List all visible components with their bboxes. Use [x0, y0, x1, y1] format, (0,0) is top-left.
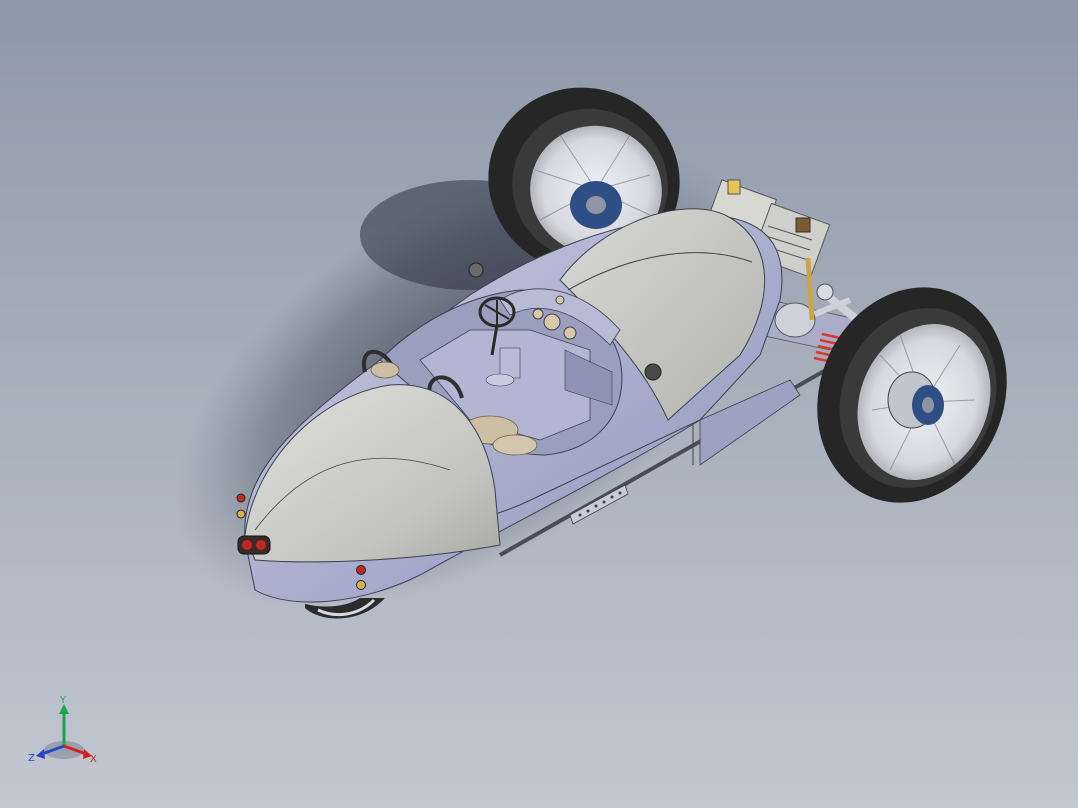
gauge-3 — [532, 308, 544, 320]
3d-model-view[interactable] — [0, 0, 1078, 808]
triad-x-label: X — [90, 754, 97, 765]
triad-z-label: Z — [28, 753, 35, 764]
gauge-1 — [543, 313, 561, 331]
gauge-2 — [563, 326, 577, 340]
gauge-4 — [555, 295, 565, 305]
triad-y-label: Y — [59, 695, 67, 706]
reference-triad[interactable]: Y X Z — [26, 694, 106, 770]
graphics-viewport[interactable]: Y X Z — [0, 0, 1078, 808]
